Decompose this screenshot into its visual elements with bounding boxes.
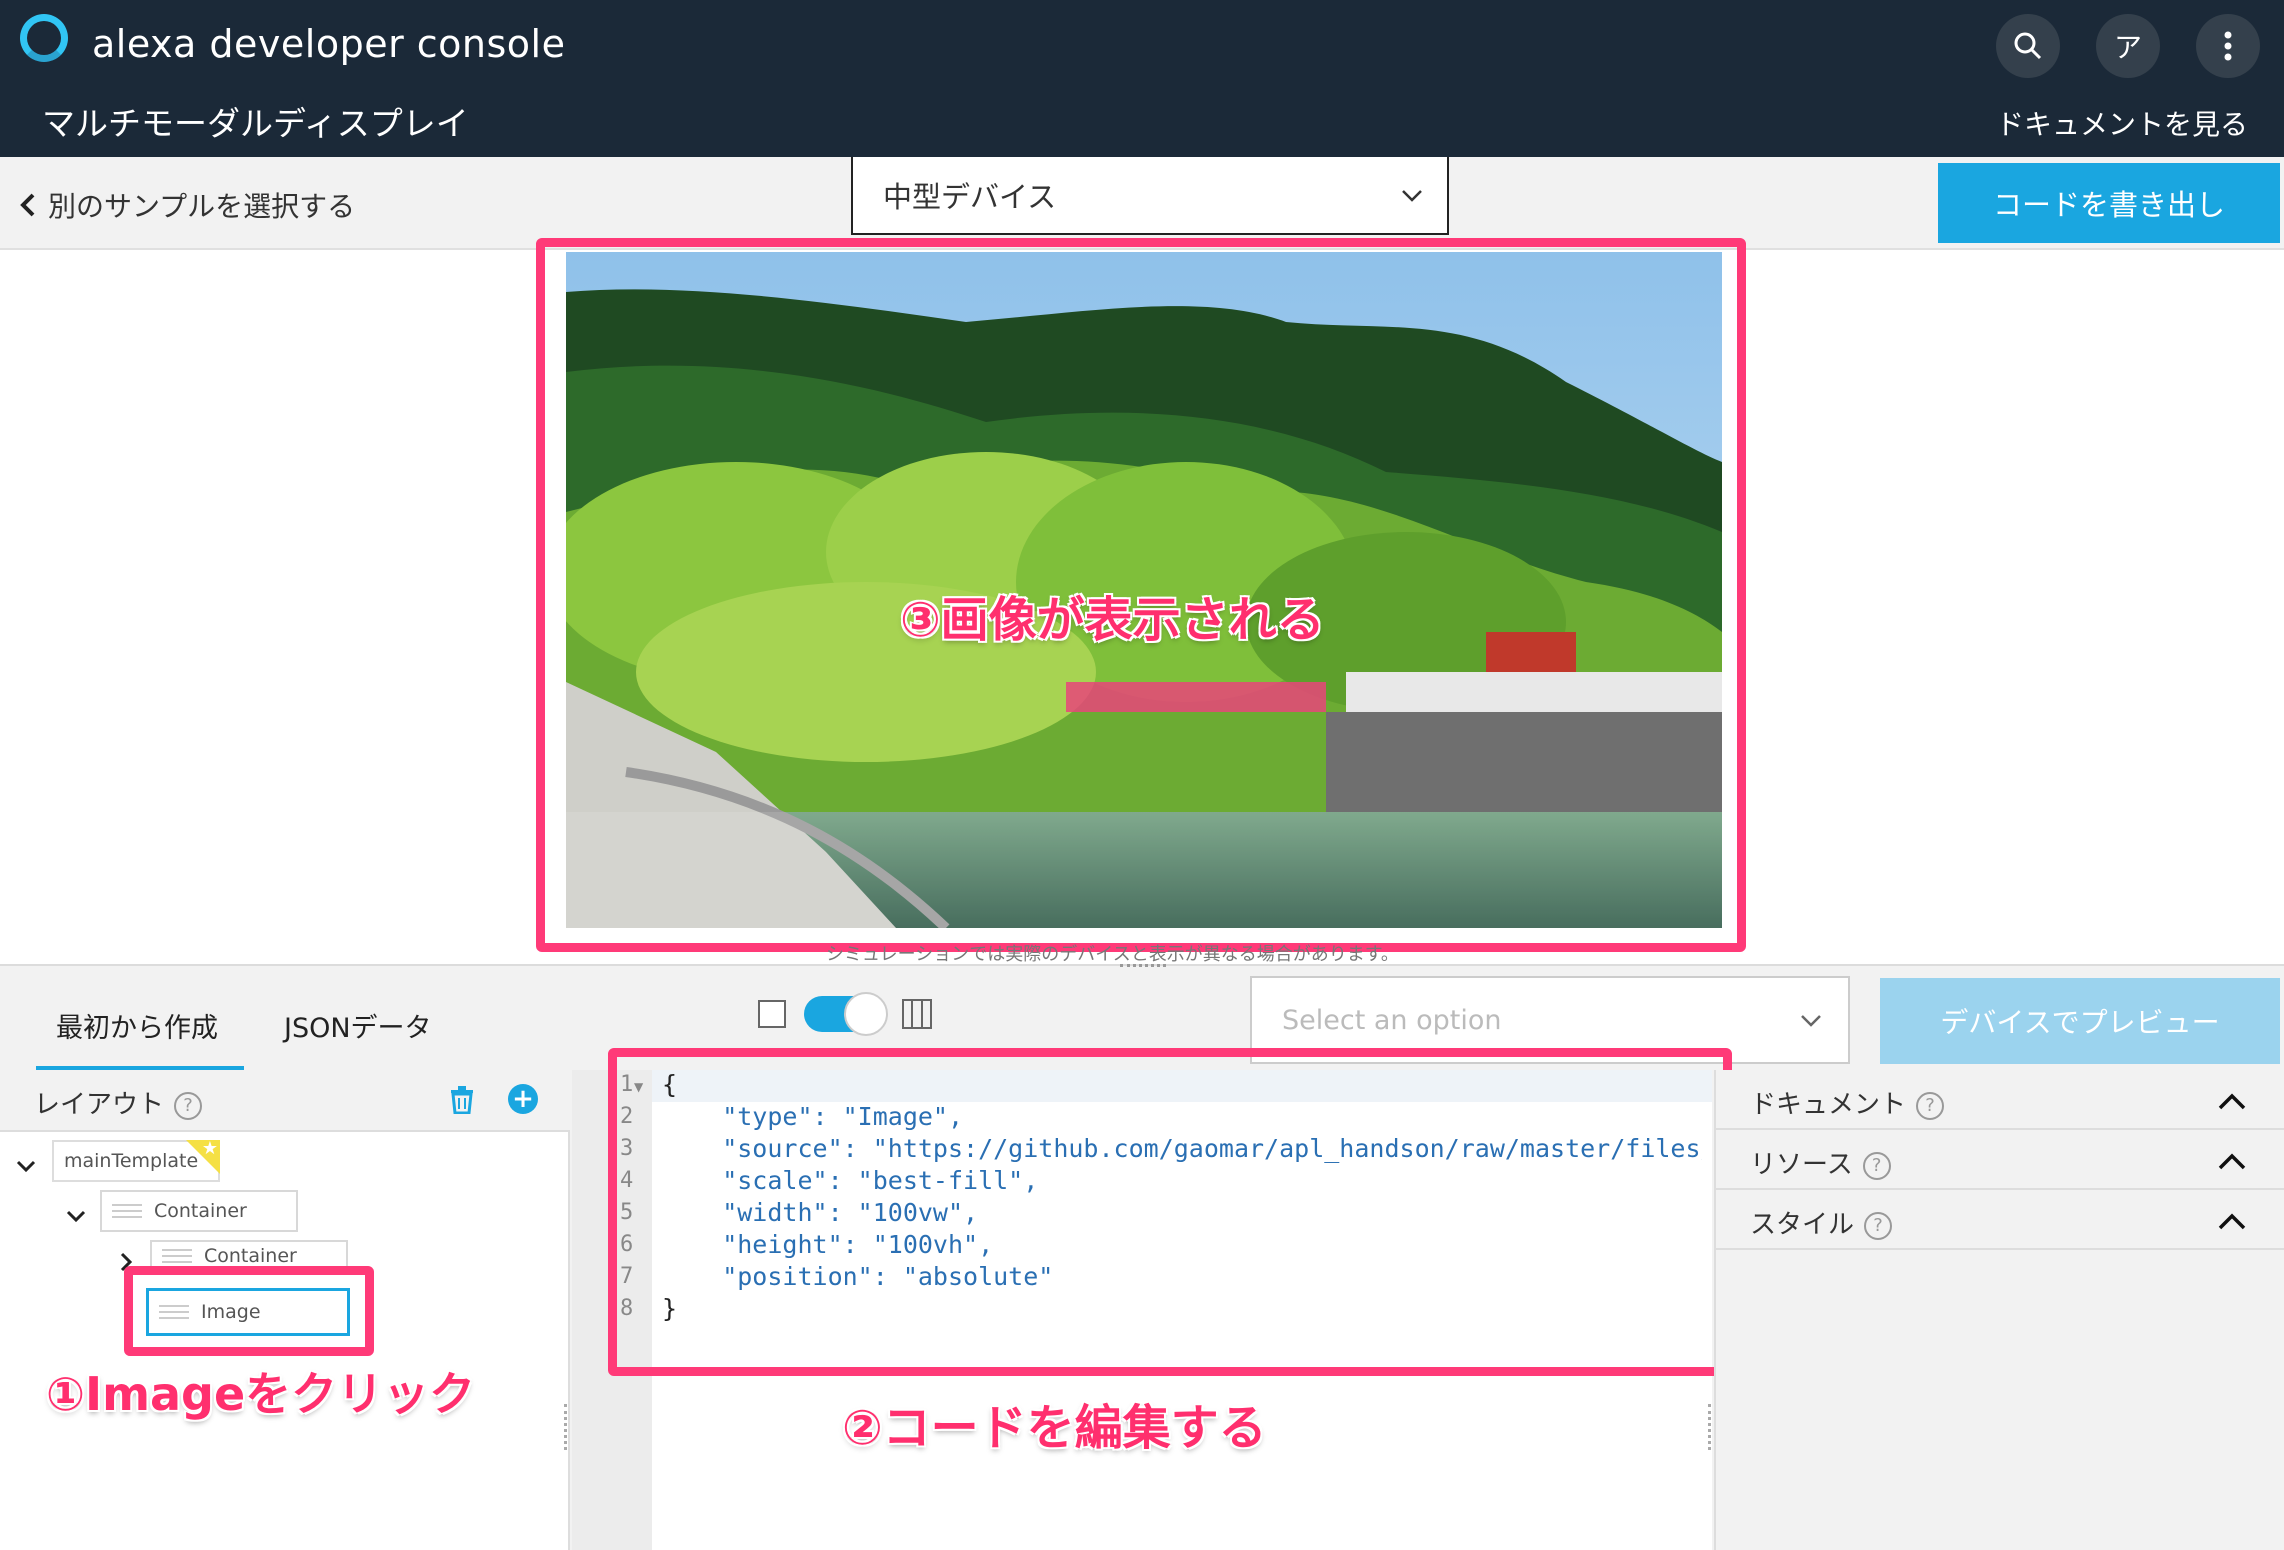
help-icon[interactable]: ? — [1916, 1091, 1945, 1120]
tree-node-container[interactable]: Container — [100, 1190, 298, 1232]
accordion-resources[interactable]: リソース? — [1716, 1130, 2284, 1190]
accordion-label: ドキュメント — [1750, 1090, 1907, 1120]
device-select-value: 中型デバイス — [883, 180, 1057, 214]
add-component-icon[interactable]: + — [508, 1084, 538, 1114]
tree-node-main-template[interactable]: mainTemplate ★ — [52, 1138, 220, 1182]
chevron-down-icon — [1402, 190, 1422, 202]
annotation-highlight-image-node — [124, 1266, 374, 1356]
search-button[interactable] — [1996, 14, 2060, 78]
chevron-left-icon — [20, 193, 35, 217]
view-toggle-switch[interactable] — [804, 992, 888, 1036]
drag-handle-icon — [112, 1204, 142, 1218]
single-view-icon[interactable] — [758, 1000, 786, 1028]
layout-panel-title: レイアウト? — [34, 1084, 203, 1121]
accordion-label: リソース — [1750, 1150, 1853, 1180]
panel-resize-handle[interactable] — [564, 1404, 570, 1450]
back-link-label: 別のサンプルを選択する — [48, 190, 356, 223]
top-bar: alexa developer console マルチモーダルディスプレイ ア … — [0, 0, 2284, 157]
annotation-image-label: ③画像が表示される — [899, 591, 1326, 649]
tree-node-label: Container — [204, 1245, 297, 1267]
search-icon — [2014, 32, 2042, 60]
accordion-styles[interactable]: スタイル? — [1716, 1190, 2284, 1250]
tree-node-label: Container — [154, 1200, 247, 1222]
drag-handle-icon — [162, 1249, 192, 1263]
tab-json-data[interactable]: JSONデータ — [284, 1006, 432, 1045]
accordion-label: スタイル — [1750, 1210, 1855, 1240]
device-select[interactable]: 中型デバイス — [851, 157, 1449, 235]
chevron-down-icon — [1801, 1015, 1821, 1027]
annotation-edit-label: ②コードを編集する — [841, 1399, 1268, 1457]
properties-panel: ドキュメント? リソース? スタイル? — [1714, 1070, 2284, 1550]
more-menu-button[interactable] — [2196, 14, 2260, 78]
simulation-note: シミュレーションでは実際のデバイスと表示が異なる場合があります。 — [826, 944, 1399, 965]
view-toggle-group — [758, 992, 932, 1036]
option-select-placeholder: Select an option — [1282, 1004, 1502, 1036]
export-code-button[interactable]: コードを書き出し — [1938, 163, 2280, 243]
chevron-down-icon[interactable] — [66, 1202, 86, 1230]
trash-icon[interactable] — [448, 1084, 476, 1122]
more-vertical-icon — [2224, 31, 2232, 61]
layout-panel: レイアウト? + mainTemplate ★ Container Contai… — [0, 1070, 570, 1550]
star-icon: ★ — [186, 1138, 220, 1174]
layout-title-text: レイアウト — [34, 1090, 165, 1120]
page-title: マルチモーダルディスプレイ — [42, 104, 469, 143]
accordion-documents[interactable]: ドキュメント? — [1716, 1070, 2284, 1130]
tree-node-label: mainTemplate — [64, 1150, 199, 1172]
chevron-up-icon[interactable] — [2218, 1212, 2246, 1230]
alexa-logo-icon — [20, 14, 68, 62]
help-icon[interactable]: ? — [174, 1091, 203, 1120]
split-view-icon[interactable] — [902, 999, 932, 1029]
layout-panel-header: レイアウト? + — [0, 1070, 570, 1132]
avatar[interactable]: ア — [2096, 14, 2160, 78]
back-link[interactable]: 別のサンプルを選択する — [20, 185, 355, 225]
app-title: alexa developer console — [92, 22, 566, 66]
documentation-link[interactable]: ドキュメントを見る — [1996, 103, 2248, 143]
sub-toolbar: 別のサンプルを選択する 中型デバイス コードを書き出し — [0, 157, 2284, 250]
annotation-click-label: ①Imageをクリック — [45, 1366, 476, 1422]
chevron-up-icon[interactable] — [2218, 1152, 2246, 1170]
help-icon[interactable]: ? — [1862, 1151, 1891, 1180]
annotation-highlight-code — [608, 1048, 1732, 1376]
tab-create-from-scratch[interactable]: 最初から作成 — [56, 1006, 218, 1045]
device-preview-button[interactable]: デバイスでプレビュー — [1880, 978, 2280, 1064]
chevron-down-icon[interactable] — [16, 1152, 36, 1180]
help-icon[interactable]: ? — [1864, 1211, 1893, 1240]
chevron-up-icon[interactable] — [2218, 1092, 2246, 1110]
